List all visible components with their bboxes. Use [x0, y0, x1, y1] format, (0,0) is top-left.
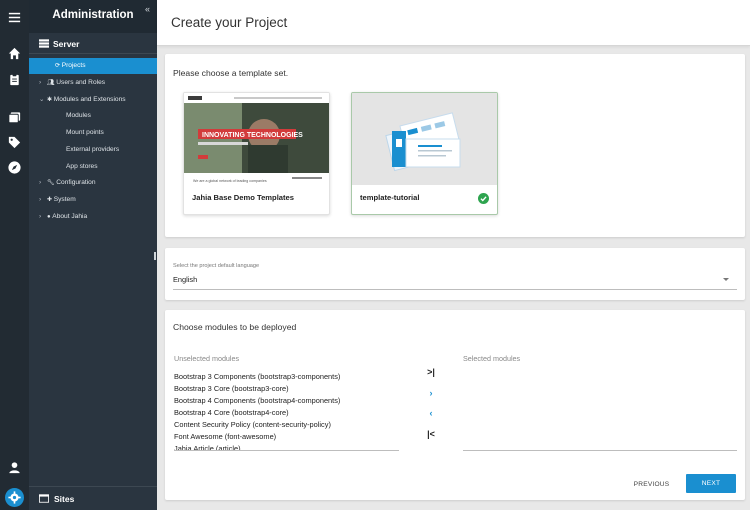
- chevron-right-icon: ›: [39, 213, 42, 220]
- template-card-template-tutorial[interactable]: template-tutorial: [351, 92, 498, 215]
- move-right-button[interactable]: ›: [425, 387, 437, 399]
- home-icon[interactable]: [7, 46, 22, 61]
- sidebar-title: Administration: [52, 9, 134, 21]
- next-button[interactable]: NEXT: [686, 474, 736, 493]
- system-icon: ✚: [47, 197, 54, 203]
- admin-sidebar: Administration « Server ⟳ Projects › 👥︎ U…: [29, 0, 157, 510]
- move-left-button[interactable]: ‹: [425, 407, 437, 419]
- chevron-right-icon: ›: [39, 179, 42, 186]
- clipboard-icon[interactable]: [7, 72, 22, 87]
- svg-text:INNOVATING TECHNOLOGIES: INNOVATING TECHNOLOGIES: [202, 132, 303, 139]
- template-preview-image: INNOVATING TECHNOLOGIES We are a global …: [184, 93, 329, 185]
- projects-icon: ⟳: [55, 63, 62, 69]
- sidebar-item-label: Configuration: [56, 179, 96, 186]
- sidebar-item-label: Modules: [66, 112, 91, 119]
- unselected-modules-label: Unselected modules: [174, 354, 240, 363]
- selected-modules-underline: [463, 450, 737, 451]
- dropdown-caret-icon: [723, 278, 729, 281]
- move-all-left-button[interactable]: |<: [425, 428, 437, 440]
- sidebar-item-modules[interactable]: Modules: [29, 108, 157, 124]
- icon-rail: [0, 0, 29, 510]
- template-set-card: Please choose a template set. INNOVATING…: [165, 54, 745, 237]
- selected-modules-label: Selected modules: [463, 354, 521, 363]
- sidebar-item-system[interactable]: › ✚ System: [29, 192, 157, 208]
- selected-modules-list[interactable]: [463, 371, 737, 450]
- chevron-right-icon: ›: [39, 196, 42, 203]
- sidebar-item-app-stores[interactable]: App stores: [29, 159, 157, 175]
- browser-window-icon: [39, 494, 49, 503]
- list-item[interactable]: Jahia Article (article): [174, 443, 399, 450]
- language-select-value: English: [173, 275, 198, 284]
- template-card-jahia-base-demo[interactable]: INNOVATING TECHNOLOGIES We are a global …: [183, 92, 330, 215]
- svg-text:We are a global network of lea: We are a global network of leading compa…: [193, 179, 267, 183]
- modules-heading: Choose modules to be deployed: [173, 322, 297, 332]
- list-item[interactable]: Content Security Policy (content-securit…: [174, 419, 399, 431]
- template-set-heading: Please choose a template set.: [173, 68, 289, 78]
- sidebar-item-configuration[interactable]: › 🔧︎ Configuration: [29, 175, 157, 191]
- sidebar-item-external-providers[interactable]: External providers: [29, 142, 157, 158]
- users-icon: 👥︎: [47, 80, 57, 86]
- server-section-header[interactable]: Server: [39, 39, 79, 49]
- puzzle-icon: ✱: [47, 97, 54, 103]
- settings-gear-icon[interactable]: [5, 488, 24, 507]
- modules-card: Choose modules to be deployed Unselected…: [165, 310, 745, 500]
- selected-check-icon: [478, 193, 489, 204]
- move-all-right-button[interactable]: >|: [425, 366, 437, 378]
- sidebar-item-label: App stores: [66, 163, 98, 170]
- server-section-label: Server: [53, 39, 80, 49]
- previous-button[interactable]: PREVIOUS: [629, 477, 674, 493]
- resize-handle[interactable]: [154, 252, 156, 260]
- sidebar-item-projects[interactable]: ⟳ Projects: [29, 58, 157, 74]
- page-header: Create your Project: [157, 0, 750, 46]
- list-item[interactable]: Bootstrap 4 Components (bootstrap4-compo…: [174, 395, 399, 407]
- template-preview-image: [352, 93, 497, 185]
- sites-label: Sites: [54, 494, 75, 504]
- sidebar-item-label: Modules and Extensions: [53, 96, 126, 103]
- chevron-down-icon: ⌄: [39, 96, 45, 103]
- user-icon[interactable]: [7, 460, 22, 475]
- language-field-underline: [173, 289, 737, 290]
- wrench-icon: 🔧︎: [47, 180, 57, 186]
- collapse-sidebar-icon[interactable]: «: [145, 4, 150, 14]
- sidebar-item-label: Users and Roles: [56, 79, 106, 86]
- sidebar-item-label: System: [53, 196, 76, 203]
- server-icon: [39, 39, 49, 48]
- sidebar-item-label: External providers: [66, 146, 120, 153]
- template-name: template-tutorial: [360, 193, 420, 202]
- chevron-right-icon: ›: [39, 79, 42, 86]
- sidebar-header: Administration «: [29, 0, 157, 33]
- list-item[interactable]: Bootstrap 3 Components (bootstrap3-compo…: [174, 371, 399, 383]
- sidebar-item-mount-points[interactable]: Mount points: [29, 125, 157, 141]
- sidebar-item-label: Mount points: [66, 129, 104, 136]
- sidebar-item-modules-and-extensions[interactable]: ⌄ ✱ Modules and Extensions: [29, 92, 157, 108]
- page-title: Create your Project: [171, 15, 288, 30]
- list-item[interactable]: Font Awesome (font-awesome): [174, 431, 399, 443]
- language-field-label: Select the project default language: [173, 263, 260, 269]
- gallery-icon[interactable]: [7, 110, 22, 125]
- sidebar-item-about-jahia[interactable]: › ● About Jahia: [29, 209, 157, 225]
- compass-icon[interactable]: [7, 160, 22, 175]
- hamburger-menu-icon[interactable]: [7, 10, 22, 25]
- tag-icon[interactable]: [7, 135, 22, 150]
- list-item[interactable]: Bootstrap 4 Core (bootstrap4-core): [174, 407, 399, 419]
- template-name: Jahia Base Demo Templates: [192, 193, 294, 202]
- unselected-modules-list[interactable]: Bootstrap 3 Components (bootstrap3-compo…: [174, 371, 399, 451]
- sites-nav-item[interactable]: Sites: [29, 486, 157, 510]
- sidebar-item-label: Projects: [61, 62, 86, 69]
- sidebar-divider: [29, 53, 157, 54]
- sidebar-item-users-and-roles[interactable]: › 👥︎ Users and Roles: [29, 75, 157, 91]
- language-card: Select the project default language Engl…: [165, 248, 745, 300]
- sidebar-item-label: About Jahia: [52, 213, 88, 220]
- list-item[interactable]: Bootstrap 3 Core (bootstrap3-core): [174, 383, 399, 395]
